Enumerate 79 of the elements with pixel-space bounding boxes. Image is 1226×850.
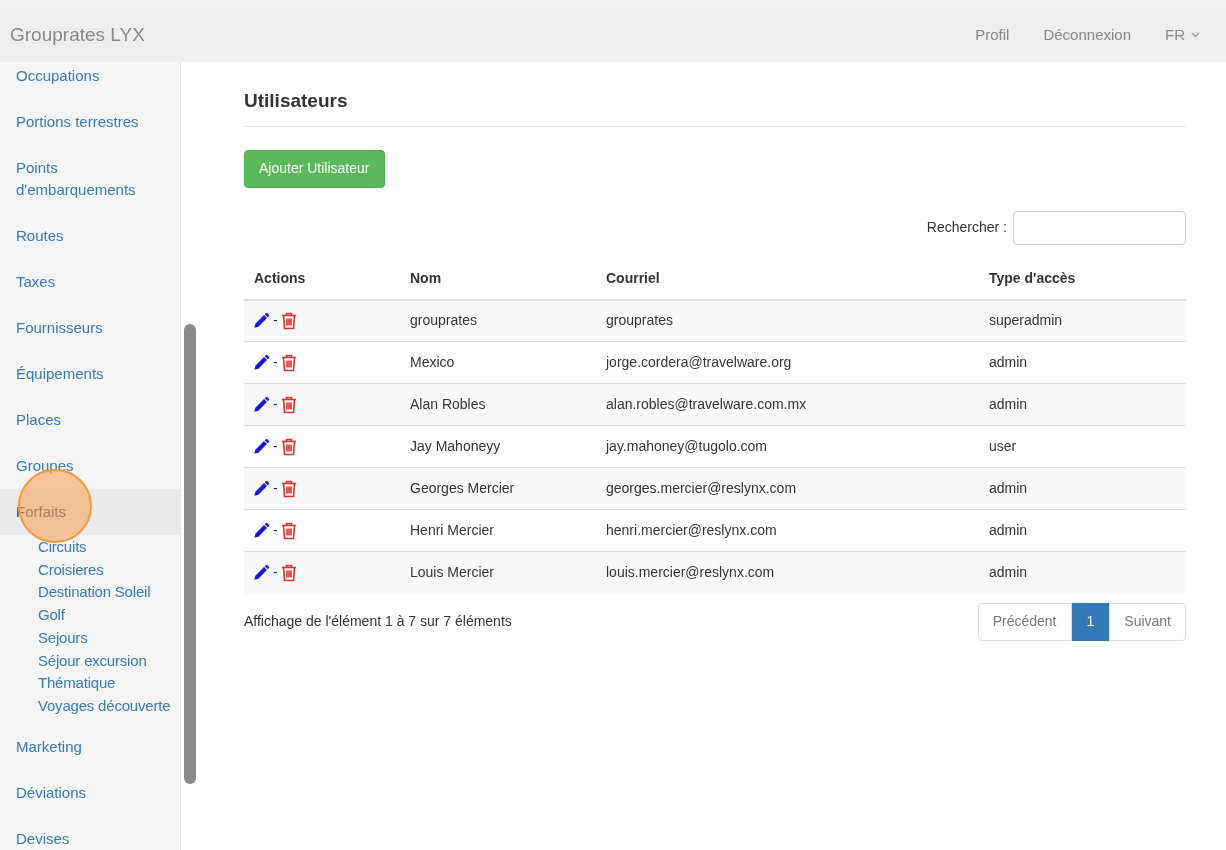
table-info: Affichage de l'élément 1 à 7 sur 7 éléments xyxy=(244,612,512,631)
table-cell: superadmin xyxy=(979,299,1186,342)
pencil-icon[interactable] xyxy=(252,479,270,498)
separator-text: - xyxy=(273,353,278,372)
table-cell: Louis Mercier xyxy=(400,551,596,594)
separator-text: - xyxy=(273,563,278,583)
trash-icon[interactable] xyxy=(280,521,297,540)
sidebar-item[interactable]: Occupations xyxy=(0,65,180,99)
next-button[interactable]: Suivant xyxy=(1109,602,1186,641)
sidebar-subitem[interactable]: Circuits xyxy=(38,536,180,559)
table-cell: Mexico xyxy=(400,341,596,384)
pencil-icon[interactable] xyxy=(252,437,270,456)
sidebar-subitem[interactable]: Séjour excursion xyxy=(38,649,180,673)
sidebar-subitem[interactable]: Croisieres xyxy=(38,558,180,582)
sidebar-item[interactable]: Devises xyxy=(0,815,180,850)
search-field[interactable] xyxy=(1013,210,1186,245)
separator-text: - xyxy=(273,311,278,331)
table-cell: Alan Robles xyxy=(400,383,596,426)
table-cell: admin xyxy=(979,509,1186,552)
sidebar-item[interactable]: Portions terrestres xyxy=(0,99,180,145)
caret-icon xyxy=(1191,32,1200,38)
trash-icon[interactable] xyxy=(280,395,297,414)
sidebar-item[interactable]: Points d'embarquements xyxy=(0,145,180,213)
trash-icon[interactable] xyxy=(280,563,297,582)
pencil-icon[interactable] xyxy=(252,395,270,414)
table-cell: admin xyxy=(979,341,1186,384)
column-header: Actions xyxy=(244,257,400,300)
separator-text: - xyxy=(273,521,278,540)
pencil-icon[interactable] xyxy=(252,521,270,540)
table-cell: Henri Mercier xyxy=(400,509,596,552)
table-cell: jorge.cordera@travelware.org xyxy=(596,341,979,384)
table-cell: georges.mercier@reslynx.com xyxy=(596,467,979,510)
trash-icon[interactable] xyxy=(280,437,297,456)
table-cell: admin xyxy=(979,551,1186,594)
pencil-icon[interactable] xyxy=(252,353,270,372)
nav-link[interactable]: Déconnexion xyxy=(1043,23,1131,47)
separator-text: - xyxy=(273,479,278,498)
sidebar-subitem[interactable]: Golf xyxy=(38,604,180,627)
pencil-icon[interactable] xyxy=(252,311,270,330)
table-cell: jay.mahoney@tugolo.com xyxy=(596,425,979,468)
sidebar-item[interactable]: Fournisseurs xyxy=(0,305,180,351)
sidebar-subitem[interactable]: Destination Soleil xyxy=(38,581,180,605)
table-cell: louis.mercier@reslynx.com xyxy=(596,551,979,594)
sidebar-item[interactable]: Taxes xyxy=(0,259,180,305)
previous-button[interactable]: Précédent xyxy=(977,602,1072,641)
page-title: Utilisateurs xyxy=(244,87,1186,127)
separator-text: - xyxy=(273,437,278,456)
column-header: Courriel xyxy=(596,257,979,300)
table-cell: admin xyxy=(979,383,1186,426)
sidebar-item[interactable]: Routes xyxy=(0,213,180,259)
column-header: Type d'accès xyxy=(979,257,1186,300)
sidebar-subitem[interactable]: Voyages découverte xyxy=(38,694,180,718)
table-cell: Jay Mahoneyy xyxy=(400,425,596,468)
scrollbar-thumb[interactable] xyxy=(184,324,196,784)
table-cell: Georges Mercier xyxy=(400,467,596,510)
brand-title[interactable]: Grouprates LYX xyxy=(10,20,145,50)
sidebar-subitem[interactable]: Sejours xyxy=(38,626,180,650)
add-user-button[interactable]: Ajouter Utilisateur xyxy=(244,149,385,188)
sidebar-item[interactable]: Places xyxy=(0,397,180,443)
sidebar-item[interactable]: Déviations xyxy=(0,769,180,816)
page-button[interactable]: 1 xyxy=(1071,602,1110,641)
pencil-icon[interactable] xyxy=(252,563,270,582)
table-cell: henri.mercier@reslynx.com xyxy=(596,509,979,552)
table-cell: grouprates xyxy=(400,299,596,342)
table-cell: admin xyxy=(979,467,1186,510)
table-cell: alan.robles@travelware.com.mx xyxy=(596,383,979,426)
search-label: Rechercher : xyxy=(926,218,1007,237)
nav-link[interactable]: Profil xyxy=(975,23,1010,47)
trash-icon[interactable] xyxy=(280,479,297,498)
sidebar-subitem[interactable]: Thématique xyxy=(38,672,180,695)
table-cell: user xyxy=(979,425,1186,468)
language-dropdown[interactable]: FR xyxy=(1165,23,1200,47)
table-cell: grouprates xyxy=(596,299,979,342)
sidebar-item[interactable]: Marketing xyxy=(0,723,180,770)
trash-icon[interactable] xyxy=(280,311,297,330)
separator-text: - xyxy=(273,395,278,414)
sidebar-item[interactable]: Équipements xyxy=(0,351,180,397)
column-header: Nom xyxy=(400,257,596,300)
trash-icon[interactable] xyxy=(280,353,297,372)
